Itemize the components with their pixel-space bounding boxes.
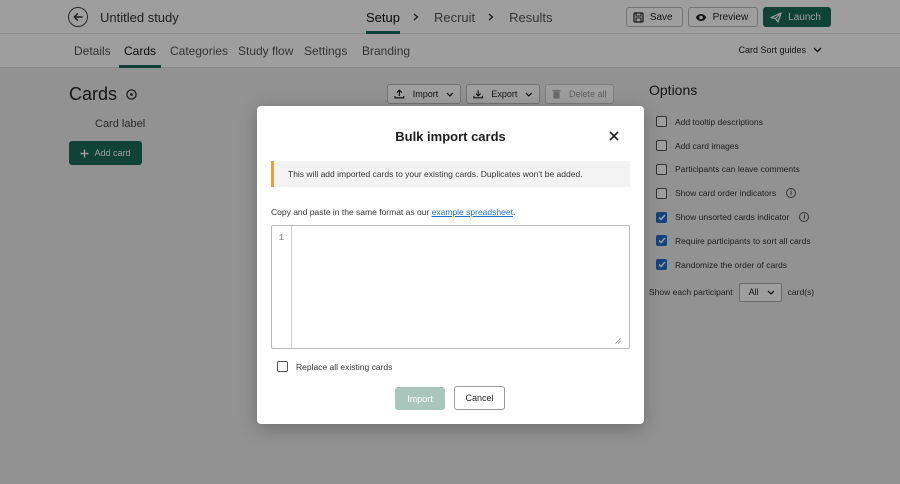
close-icon: [609, 131, 619, 141]
dialog-title: Bulk import cards: [395, 129, 506, 144]
instructions: Copy and paste in the same format as our…: [271, 207, 515, 217]
line-number: 1: [278, 233, 285, 243]
import-notice: This will add imported cards to your exi…: [271, 161, 630, 187]
replace-all-label: Replace all existing cards: [296, 361, 393, 372]
instructions-suffix: .: [512, 207, 516, 217]
resize-handle-icon[interactable]: [615, 338, 621, 344]
import-button[interactable]: Import: [395, 387, 445, 410]
cancel-button[interactable]: Cancel: [454, 386, 505, 410]
paste-editor[interactable]: 1: [271, 225, 630, 349]
close-button[interactable]: [608, 130, 620, 142]
replace-all-option[interactable]: Replace all existing cards: [277, 361, 392, 372]
replace-all-checkbox[interactable]: [277, 361, 288, 372]
notice-text: This will add imported cards to your exi…: [288, 169, 583, 179]
bulk-import-dialog: Bulk import cards This will add imported…: [257, 106, 644, 424]
instructions-prefix: Copy and paste in the same format as our: [271, 207, 432, 217]
example-spreadsheet-link[interactable]: example spreadsheet: [432, 207, 513, 217]
line-number-gutter: 1: [272, 226, 292, 348]
